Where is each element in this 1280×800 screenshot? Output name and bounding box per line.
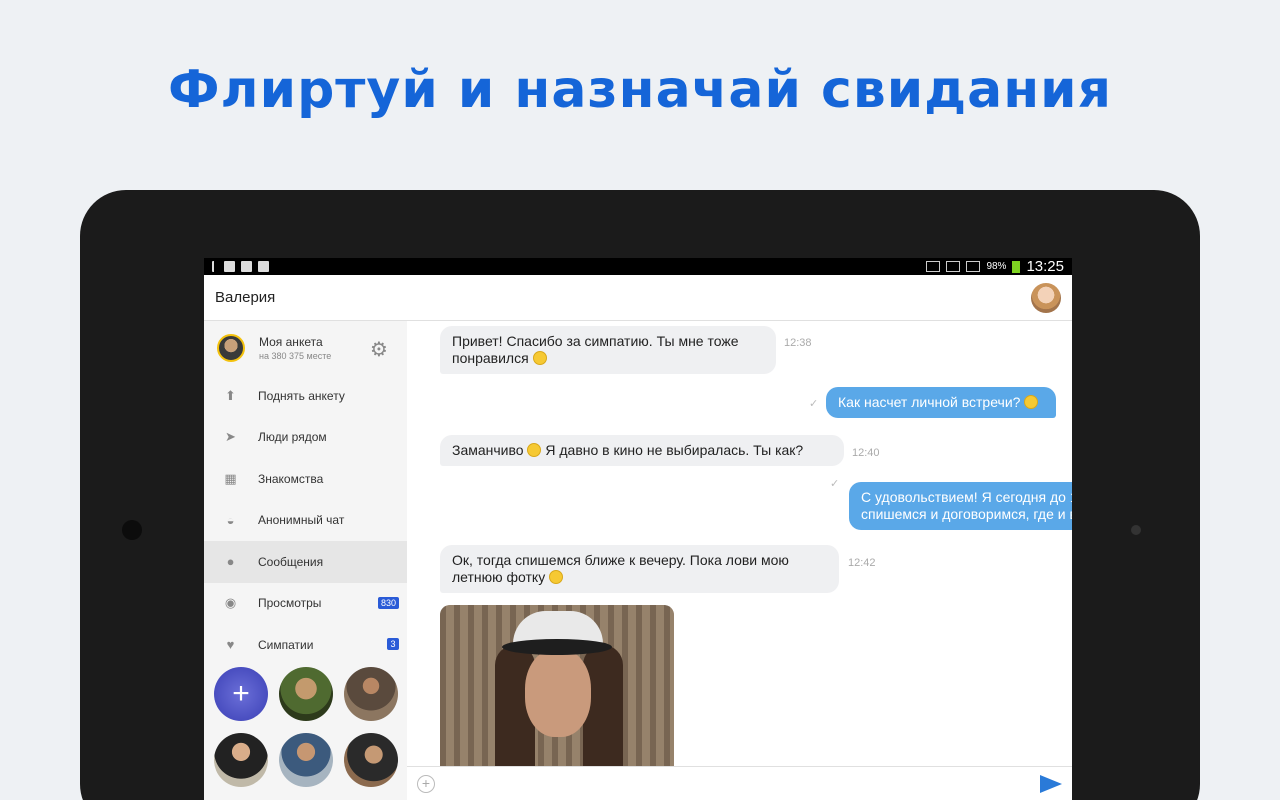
wifi-icon — [946, 261, 961, 272]
sidebar-item-label: Сообщения — [258, 554, 324, 569]
chat-bubbles-icon: ● — [226, 554, 235, 570]
sidebar-item-label: Знакомства — [258, 471, 324, 486]
smiley-icon — [527, 443, 542, 457]
message-outgoing[interactable]: С удовольствием! Я сегодня до 18:30. Дав… — [849, 482, 1072, 530]
my-profile[interactable]: Моя анкета на 380 375 месте ⚙ — [204, 321, 407, 375]
mute-icon — [926, 261, 941, 272]
sidebar-item-label: Анонимный чат — [258, 513, 345, 528]
smiley-icon — [532, 351, 547, 365]
user-thumbnails: + — [214, 667, 400, 787]
sidebar-item-likes[interactable]: ♥ Симпатии 3 — [204, 624, 407, 666]
sidebar-item-views[interactable]: ◉ Просмотры 830 — [204, 583, 407, 625]
message-text: Я давно в кино не выбиралась. Ты как? — [545, 442, 804, 458]
message-composer[interactable]: + — [407, 766, 1072, 800]
message-time: 12:42 — [848, 557, 876, 569]
sidebar-item-label: Просмотры — [258, 596, 322, 611]
gear-icon[interactable]: ⚙ — [370, 337, 388, 362]
mask-icon: ◒ — [226, 512, 235, 528]
add-photo-button[interactable]: + — [214, 667, 268, 721]
arrow-up-circle-icon: ⬆ — [225, 387, 236, 403]
sidebar-item-label: Поднять анкету — [258, 388, 345, 403]
user-thumbnail[interactable] — [344, 733, 398, 787]
message-incoming[interactable]: Привет! Спасибо за симпатию. Ты мне тоже… — [440, 326, 776, 374]
smiley-icon — [1024, 395, 1039, 409]
send-icon[interactable] — [1040, 774, 1062, 793]
shared-photo[interactable] — [440, 605, 674, 766]
sidebar-item-label: Симпатии — [258, 637, 314, 652]
status-time: 13:25 — [1026, 258, 1064, 275]
sd-card-icon — [224, 261, 235, 272]
tablet-screen: 98% 13:25 Валерия Моя анкета на 380 375 … — [204, 258, 1072, 800]
user-thumbnail[interactable] — [344, 667, 398, 721]
profile-name: Моя анкета — [259, 335, 323, 349]
sidebar: Моя анкета на 380 375 месте ⚙ ⬆ Поднять … — [204, 321, 407, 800]
sidebar-item-boost[interactable]: ⬆ Поднять анкету — [204, 375, 407, 417]
battery-icon — [1012, 260, 1021, 273]
sidebar-item-anon-chat[interactable]: ◒ Анонимный чат — [204, 500, 407, 542]
likes-badge: 3 — [387, 638, 399, 650]
cards-icon: ▦ — [224, 470, 237, 486]
camera-icon — [122, 520, 142, 540]
message-outgoing[interactable]: Как насчет личной встречи? — [826, 387, 1056, 418]
chat-title: Валерия — [215, 289, 276, 306]
sensor-icon — [1131, 525, 1141, 535]
shopping-bag-icon — [258, 261, 269, 272]
navigation-arrow-icon: ➤ — [225, 429, 236, 445]
sidebar-menu: ⬆ Поднять анкету ➤ Люди рядом ▦ Знакомст… — [204, 375, 407, 666]
heart-icon: ♥ — [226, 637, 235, 653]
headline: Флиртуй и назначай свидания — [167, 60, 1112, 120]
message-time: 12:38 — [784, 337, 812, 349]
sidebar-item-dating[interactable]: ▦ Знакомства — [204, 458, 407, 500]
image-icon — [241, 261, 252, 272]
avatar — [217, 334, 245, 362]
message-text: Как насчет личной встречи? — [838, 394, 1021, 410]
chat-area: Привет! Спасибо за симпатию. Ты мне тоже… — [407, 321, 1072, 766]
attach-plus-icon[interactable]: + — [417, 774, 435, 793]
user-thumbnail[interactable] — [279, 667, 333, 721]
user-thumbnail[interactable] — [279, 733, 333, 787]
message-time: 12:40 — [852, 447, 880, 459]
app-bar: Валерия — [204, 275, 1072, 321]
views-badge: 830 — [377, 596, 399, 609]
checkmark-icon: ✓ — [809, 398, 819, 410]
usb-icon — [212, 261, 218, 272]
checkmark-icon: ✓ — [830, 478, 840, 490]
signal-icon — [966, 261, 981, 272]
message-incoming[interactable]: Заманчиво Я давно в кино не выбиралась. … — [440, 435, 844, 466]
message-text: Заманчиво — [452, 442, 524, 458]
message-text: Привет! Спасибо за симпатию. Ты мне тоже… — [452, 333, 739, 366]
wink-icon — [549, 570, 564, 584]
contact-avatar[interactable] — [1031, 282, 1061, 313]
sidebar-item-nearby[interactable]: ➤ Люди рядом — [204, 417, 407, 459]
status-bar: 98% 13:25 — [204, 258, 1072, 275]
profile-rank: на 380 375 месте — [259, 351, 332, 361]
eye-icon: ◉ — [224, 595, 237, 611]
message-text: Ок, тогда спишемся ближе к вечеру. Пока … — [452, 552, 789, 585]
sidebar-item-messages[interactable]: ● Сообщения — [204, 541, 407, 583]
user-thumbnail[interactable] — [214, 733, 268, 787]
battery-percent: 98% — [986, 261, 1007, 272]
message-incoming[interactable]: Ок, тогда спишемся ближе к вечеру. Пока … — [440, 545, 839, 593]
message-text: С удовольствием! Я сегодня до 18:30. Дав… — [861, 489, 1072, 522]
sidebar-item-label: Люди рядом — [258, 430, 327, 445]
